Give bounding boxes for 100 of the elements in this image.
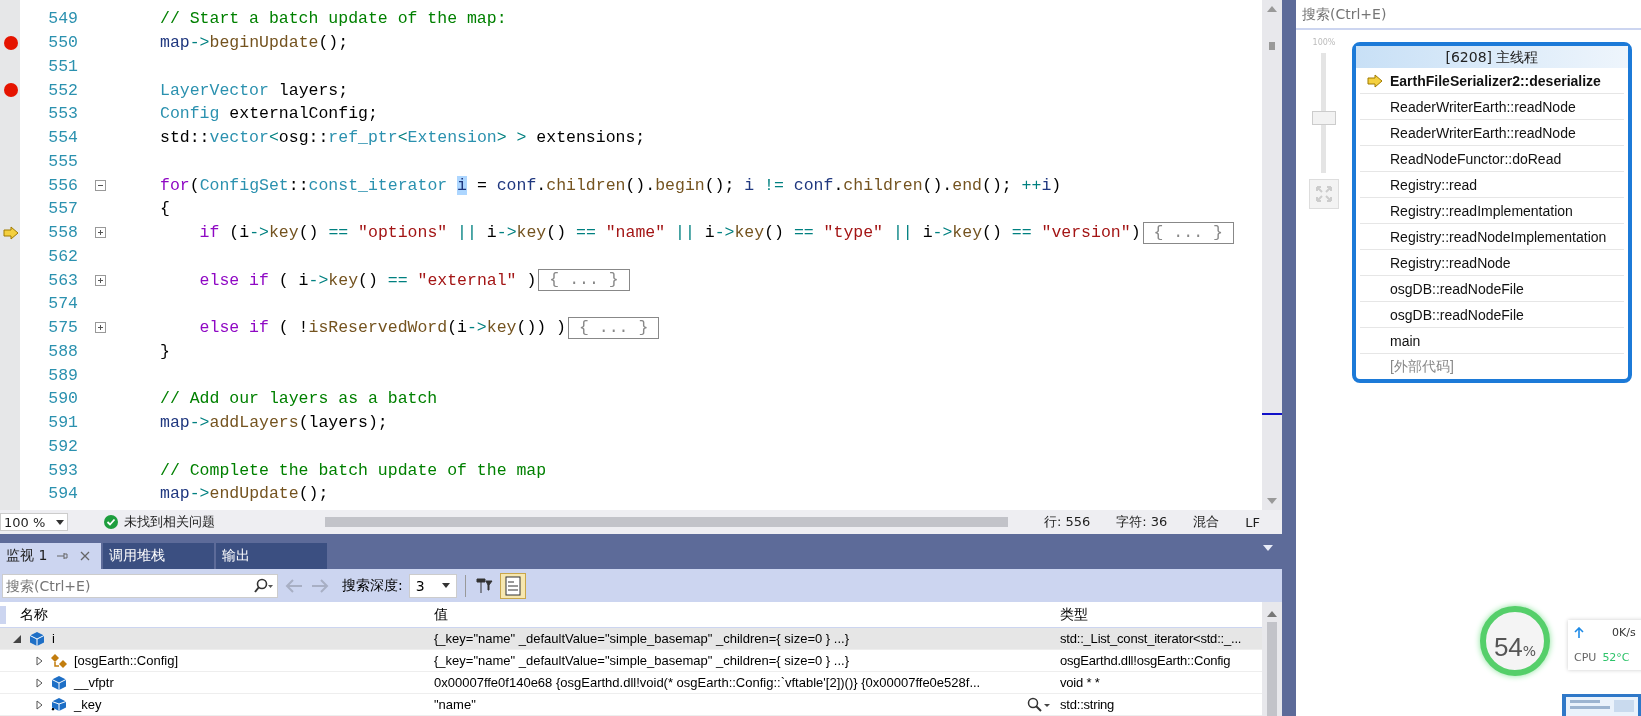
close-icon[interactable] <box>79 550 92 562</box>
code-text: ) <box>525 270 537 290</box>
scroll-up-icon[interactable] <box>1267 6 1277 12</box>
depth-label: 搜索深度: <box>342 576 403 595</box>
scroll-marker <box>1269 42 1275 50</box>
table-row[interactable]: _key "name" std::string <box>0 694 1262 716</box>
code-text: = <box>475 175 488 195</box>
table-row[interactable]: __vfptr 0x00007ffe0f140e68 {osgEarthd.dll!void(* osgEarth::Config::`vftable'[2])()} {0x00007ffe0e528f... void * * <box>0 672 1262 694</box>
line-ending-indicator[interactable]: LF <box>1245 514 1260 530</box>
expand-arrow-icon[interactable] <box>34 699 44 710</box>
table-row[interactable]: [osgEarth::Config] {_key="name" _defaultValue="simple_basemap" _children={ size=0 } ...} osgEarthd.dll!osgEarth::Config <box>0 650 1262 672</box>
code-text: (i <box>447 318 467 338</box>
code-keyword: if <box>199 223 220 243</box>
stack-frame[interactable]: Registry::readNodeImplementation <box>1360 224 1624 250</box>
code-identifier: map <box>160 484 190 504</box>
expand-icon[interactable] <box>94 227 106 239</box>
scrollbar[interactable] <box>1262 0 1282 510</box>
stack-frame[interactable]: Registry::readImplementation <box>1360 198 1624 224</box>
scroll-down-icon[interactable] <box>1267 498 1277 504</box>
expand-icon[interactable] <box>94 322 106 334</box>
check-icon <box>104 515 118 529</box>
collapse-icon[interactable] <box>94 179 106 191</box>
code-comment: // Complete the batch update of the map <box>160 460 547 480</box>
search-icon[interactable] <box>252 577 274 594</box>
code-string: "name" <box>605 223 666 243</box>
stack-frame[interactable]: Registry::readNode <box>1360 250 1624 276</box>
code-string: "version" <box>1041 223 1131 243</box>
expand-arrow-icon[interactable] <box>34 655 44 666</box>
expand-arrow-icon[interactable] <box>34 677 44 688</box>
collapsed-block[interactable]: { ... } <box>1142 221 1234 244</box>
breakpoint-icon[interactable] <box>3 34 19 51</box>
code-function: endUpdate <box>209 484 299 504</box>
caret-icon <box>441 583 450 588</box>
stack-frame[interactable]: EarthFileSerializer2::deserialize <box>1360 68 1624 94</box>
line-number: 553 <box>47 104 78 124</box>
code-operator: == <box>576 223 597 243</box>
status-text: 未找到相关问题 <box>124 513 215 531</box>
line-number: 554 <box>47 128 78 148</box>
code-type: Extension <box>407 128 497 148</box>
thread-title: [6208] 主线程 <box>1356 46 1628 68</box>
line-number: 592 <box>47 436 78 456</box>
column-header[interactable]: 类型 <box>1058 605 1262 624</box>
scrollbar[interactable] <box>325 516 1008 528</box>
stack-frame[interactable]: Registry::read <box>1360 172 1624 198</box>
collapse-arrow-icon[interactable] <box>12 633 22 644</box>
collapsed-block[interactable]: { ... } <box>568 316 660 339</box>
code-text: () <box>298 223 320 243</box>
column-indicator: 字符: 36 <box>1116 513 1168 531</box>
line-number: 594 <box>47 484 78 504</box>
code-text: ( i <box>277 270 309 290</box>
zoom-dropdown[interactable]: 100 % <box>0 513 68 531</box>
code-operator: -> <box>496 223 517 243</box>
collapsed-block[interactable]: { ... } <box>538 269 630 292</box>
tab[interactable]: 监视 1 <box>0 543 102 569</box>
code-text: (). <box>922 175 953 195</box>
search-field[interactable]: 搜索(Ctrl+E) <box>2 573 278 598</box>
search-field[interactable]: 搜索(Ctrl+E) <box>1300 1 1641 27</box>
depth-dropdown[interactable]: 3 <box>408 573 457 598</box>
code-operator: -> <box>308 270 329 290</box>
scroll-up-icon[interactable] <box>1266 610 1278 618</box>
code-function: children <box>843 175 923 195</box>
stack-frame[interactable]: main <box>1360 328 1624 354</box>
code-keyword: else if <box>199 318 269 338</box>
code-text: extensions; <box>535 128 646 148</box>
breakpoint-icon[interactable] <box>3 82 19 99</box>
stack-frame[interactable]: osgDB::readNodeFile <box>1360 276 1624 302</box>
stack-frame[interactable]: ReaderWriterEarth::readNode <box>1360 94 1624 120</box>
line-number: 556 <box>47 175 78 195</box>
tab[interactable]: 输出 <box>216 543 328 569</box>
expand-icon[interactable] <box>94 274 106 286</box>
code-type: ref_ptr <box>328 128 398 148</box>
line-number: 555 <box>47 151 78 171</box>
line-number: 574 <box>47 294 78 314</box>
column-header[interactable]: 值 <box>430 605 1058 624</box>
stack-frame[interactable]: ReadNodeFunctor::doRead <box>1360 146 1624 172</box>
stack-frame[interactable]: ReaderWriterEarth::readNode <box>1360 120 1624 146</box>
code-text: (); <box>982 175 1013 195</box>
stack-frame[interactable]: osgDB::readNodeFile <box>1360 302 1624 328</box>
code-text: (i <box>228 223 250 243</box>
code-operator: == <box>387 270 409 290</box>
variable-name: [osgEarth::Config] <box>74 653 179 668</box>
code-identifier: i <box>1041 175 1052 195</box>
dropdown-icon[interactable] <box>1262 544 1274 552</box>
stack-frame[interactable]: [外部代码] <box>1360 354 1624 379</box>
table-row[interactable]: i {_key="name" _defaultValue="simple_basemap" _children={ size=0 } ...} std::_List_const_iterator<std::_... <box>0 628 1262 650</box>
tab[interactable]: 调用堆栈 <box>103 543 215 569</box>
code-text: . <box>833 175 844 195</box>
code-function: beginUpdate <box>209 33 319 53</box>
code-operator: -> <box>189 33 210 53</box>
scrollbar[interactable] <box>1262 602 1282 716</box>
code-text: ( ! <box>277 318 309 338</box>
pin-icon[interactable] <box>473 575 494 596</box>
indent-indicator[interactable]: 混合 <box>1193 513 1220 531</box>
code-comment: // Start a batch update of the map: <box>160 9 507 29</box>
cpu-label: CPU <box>1574 651 1597 664</box>
line-number: 557 <box>47 199 78 219</box>
code-text: externalConfig; <box>228 104 378 124</box>
arrow-icon <box>1367 73 1383 88</box>
magnifier-icon[interactable] <box>1026 696 1052 713</box>
variable-type: std::_List_const_iterator<std::_... <box>1059 631 1243 646</box>
